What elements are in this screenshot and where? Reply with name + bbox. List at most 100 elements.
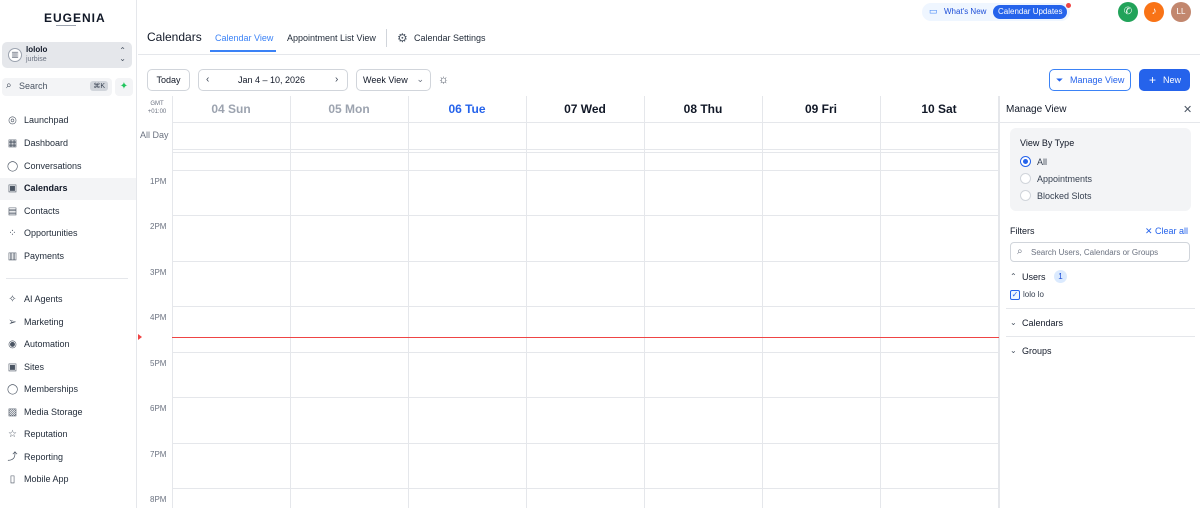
phone-button[interactable]: ✆ [1118,2,1138,22]
sidebar-item-label: Launchpad [24,115,69,125]
sidebar-item-label: Opportunities [24,228,78,238]
sidebar: EUGENIA ▥ lololo jurbise ⌃ ⌄ ⌕ Search ⌘K … [0,0,137,508]
sidebar-item-label: Automation [24,339,70,349]
hour-label: 1PM [150,177,167,186]
grid-column-line [644,96,645,508]
day-header[interactable]: 07 Wed [526,96,644,122]
day-header[interactable]: 09 Fri [762,96,880,122]
tab-calendar-settings[interactable]: Calendar Settings [414,33,486,43]
grid-row-line [172,261,999,262]
sidebar-item-launchpad[interactable]: ◎ Launchpad [0,110,136,132]
sidebar-item-reputation[interactable]: ☆ Reputation [0,424,136,446]
sidebar-item-label: Mobile App [24,474,69,484]
sidebar-item-automation[interactable]: ◉ Automation [0,334,136,356]
memberships-icon: ◯ [7,384,19,395]
grid-row-line [172,149,999,150]
filters-label: Filters [1010,226,1035,236]
view-select[interactable]: Week View ⌄ [356,69,431,91]
radio-blocked-slots[interactable] [1020,190,1031,201]
sidebar-item-opportunities[interactable]: ⁘ Opportunities [0,223,136,245]
manage-view-label: Manage View [1070,75,1125,85]
sidebar-item-conversations[interactable]: ◯ Conversations [0,156,136,178]
chevron-left-icon[interactable]: ‹ [206,74,209,85]
gear-icon[interactable]: ⚙ [397,31,408,45]
grid-row-line [172,170,999,171]
sidebar-item-media-storage[interactable]: ▨ Media Storage [0,402,136,424]
calendar-updates-badge[interactable]: Calendar Updates [993,5,1068,19]
phone-icon: ✆ [1123,6,1133,17]
sidebar-item-payments[interactable]: ▥ Payments [0,246,136,268]
sidebar-item-label: Contacts [24,206,60,216]
whats-new-pill[interactable]: ▭ What's New Calendar Updates [922,3,1071,21]
sidebar-item-marketing[interactable]: ➢ Marketing [0,312,136,334]
hour-label: 2PM [150,222,167,231]
hour-label: 6PM [150,404,167,413]
filter-search: ⌕ [1010,242,1190,262]
radio-appointments[interactable] [1020,173,1031,184]
calendar-icon: ▣ [7,183,18,194]
notification-dot [1066,3,1071,8]
tab-appointment-list-view[interactable]: Appointment List View [287,33,376,43]
chevron-down-icon: ⌄ [1010,346,1017,355]
chat-icon: ◯ [7,161,19,172]
sidebar-item-calendars[interactable]: ▣ Calendars [0,178,136,200]
hour-label: 7PM [150,450,167,459]
sidebar-item-label: Sites [24,362,45,372]
day-header[interactable]: 10 Sat [880,96,998,122]
opportunities-icon: ⁘ [8,228,17,239]
hour-label: 8PM [150,495,167,504]
sidebar-item-contacts[interactable]: ▤ Contacts [0,201,136,223]
sidebar-item-memberships[interactable]: ◯ Memberships [0,379,136,401]
current-time-marker [138,334,142,340]
day-header[interactable]: 08 Thu [644,96,762,122]
grid-row-line [172,215,999,216]
users-label: Users [1022,272,1046,282]
account-switcher[interactable]: ▥ lololo jurbise ⌃ ⌄ [2,42,132,68]
sidebar-item-ai-agents[interactable]: ✧ AI Agents [0,289,136,311]
clear-all-label: Clear all [1155,226,1189,236]
new-label: New [1163,75,1182,85]
sidebar-item-label: Dashboard [24,138,69,148]
day-header[interactable]: 04 Sun [172,96,290,122]
lightbulb-icon[interactable]: ☼ [438,72,449,86]
view-by-type-title: View By Type [1020,138,1075,148]
sidebar-item-mobile-app[interactable]: ▯ Mobile App [0,469,136,491]
sidebar-item-label: Marketing [24,317,64,327]
user-avatar[interactable]: LL [1171,2,1191,22]
search-shortcut: ⌘K [90,81,108,91]
manage-view-button[interactable]: ⏷ Manage View [1049,69,1131,91]
panel-title: Manage View [1006,104,1067,115]
user-checkbox[interactable]: ✓ [1010,290,1020,300]
today-button[interactable]: Today [147,69,190,91]
sidebar-item-sites[interactable]: ▣ Sites [0,357,136,379]
search-icon: ⌕ [1017,246,1023,257]
sidebar-item-reporting[interactable]: ⤴ Reporting [0,447,136,469]
day-header[interactable]: 05 Mon [290,96,408,122]
megaphone-icon: ▭ [929,6,938,16]
day-header[interactable]: 06 Tue [408,96,526,122]
section-divider [1006,336,1195,337]
sidebar-search[interactable]: ⌕ Search ⌘K [2,78,112,96]
calendar-grid: GMT +01:00 All Day 04 Sun 05 Mon 06 Tue 07 … [138,96,999,508]
all-day-label: All Day [140,130,169,140]
page-title: Calendars [147,30,202,44]
ai-sparkle-button[interactable]: ✦ [115,78,133,96]
close-icon[interactable]: ✕ [1183,103,1192,116]
radio-all[interactable] [1020,156,1031,167]
chevron-right-icon[interactable]: › [335,74,338,85]
account-subtitle: jurbise [26,56,47,63]
grid-row-line [172,152,999,153]
app-logo: EUGENIA [44,11,106,25]
chevron-down-icon: ⌄ [416,74,424,84]
clear-all-link[interactable]: ✕ Clear all [1145,226,1188,237]
new-button[interactable]: + New [1139,69,1190,91]
notifications-button[interactable]: ♪ [1144,2,1164,22]
grid-row-line [172,488,999,489]
filter-search-input[interactable] [1031,245,1186,259]
sidebar-item-dashboard[interactable]: ▦ Dashboard [0,133,136,155]
send-icon: ➢ [8,317,17,328]
tab-calendar-view[interactable]: Calendar View [215,33,273,43]
sidebar-divider [6,278,128,279]
hour-label: 5PM [150,359,167,368]
building-icon: ▥ [8,48,22,62]
